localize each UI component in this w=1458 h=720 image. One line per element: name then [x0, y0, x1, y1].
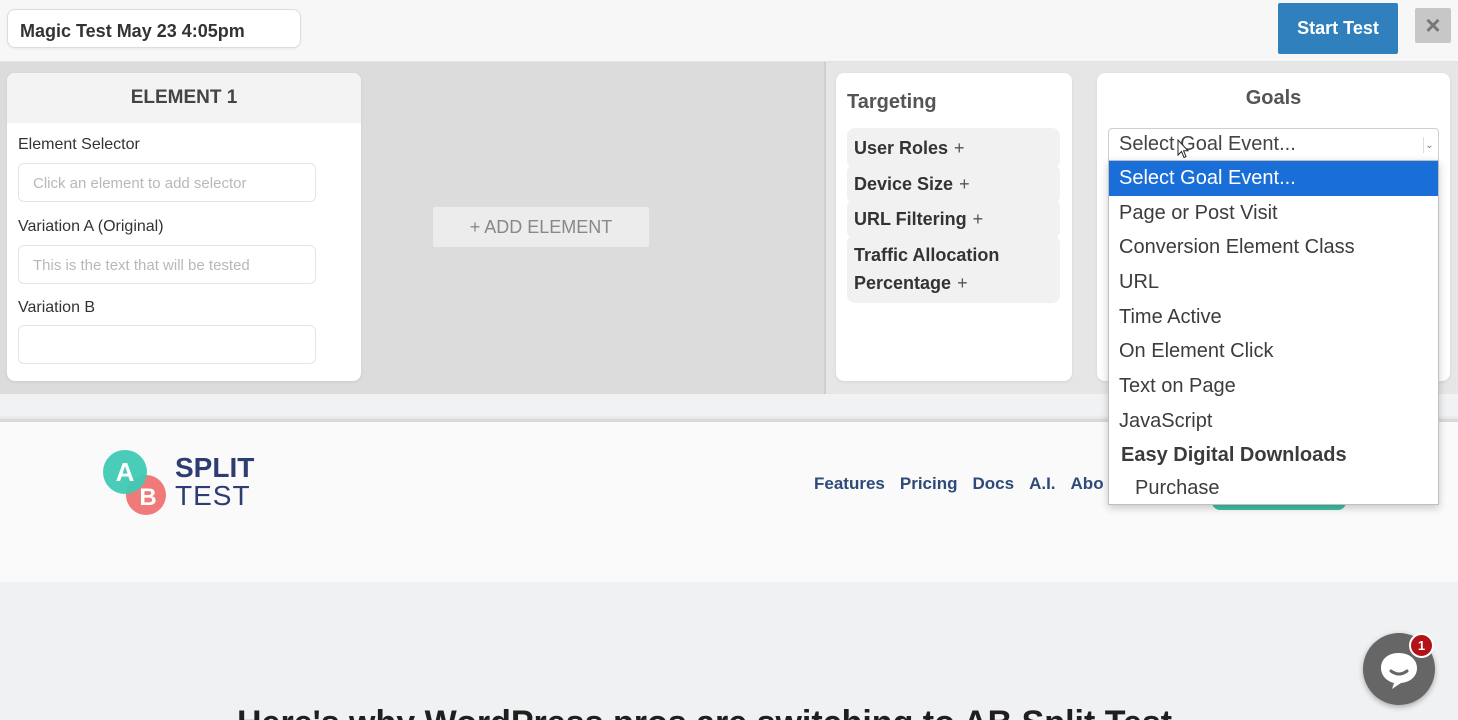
variation-b-label: Variation B: [18, 299, 96, 316]
targeting-user-roles[interactable]: User Roles +: [847, 128, 1060, 168]
element-selector-label: Element Selector: [18, 136, 140, 153]
goals-title: Goals: [1245, 87, 1302, 109]
plus-icon: +: [954, 138, 965, 158]
targeting-item-label: User Roles: [854, 138, 949, 158]
hero-title: Here's why WordPress pros are switching …: [237, 704, 1172, 720]
test-toolbar: Magic Test May 23 4:05pm Start Test ×: [0, 0, 1458, 62]
targeting-url-filtering[interactable]: URL Filtering +: [847, 199, 1060, 239]
variation-b-input[interactable]: [18, 325, 316, 364]
targeting-item-label: Device Size: [854, 174, 954, 194]
test-name-field[interactable]: Magic Test May 23 4:05pm: [7, 9, 301, 48]
element-card: ELEMENT 1 Element Selector Click an elem…: [7, 73, 361, 381]
chevron-down-icon: ⌄: [1423, 137, 1435, 153]
plus-icon: +: [957, 273, 968, 293]
element-selector-input[interactable]: Click an element to add selector: [18, 163, 316, 202]
targeting-card: Targeting User Roles + Device Size + URL F…: [836, 73, 1072, 381]
site-nav: Features Pricing Docs A.I. Abo: [814, 474, 1104, 494]
logo-split-text: SPLIT: [175, 452, 255, 483]
nav-features[interactable]: Features: [814, 474, 885, 494]
element-card-title: ELEMENT 1: [7, 73, 361, 123]
targeting-title: Targeting: [847, 91, 937, 113]
goal-option-group-label: Easy Digital Downloads: [1121, 444, 1347, 467]
logo-letter-a: A: [116, 457, 135, 487]
start-test-button[interactable]: Start Test: [1278, 3, 1398, 54]
chat-notification-badge: 1: [1409, 633, 1434, 658]
goal-option[interactable]: URL: [1109, 265, 1438, 300]
goal-option[interactable]: Conversion Element Class: [1109, 230, 1438, 265]
goal-option[interactable]: On Element Click: [1109, 334, 1438, 369]
targeting-traffic-allocation[interactable]: Traffic Allocation Percentage +: [847, 235, 1060, 303]
nav-about[interactable]: Abo: [1071, 474, 1104, 494]
goal-option[interactable]: Time Active: [1109, 300, 1438, 335]
targeting-item-label: Traffic Allocation Percentage: [854, 245, 1000, 293]
site-strip: [0, 544, 1458, 582]
plus-icon: +: [959, 174, 970, 194]
close-icon: ×: [1425, 10, 1441, 40]
goal-option[interactable]: Page or Post Visit: [1109, 196, 1438, 231]
goal-event-dropdown: Select Goal Event... Page or Post Visit …: [1108, 160, 1439, 505]
goal-event-select[interactable]: Select Goal Event... ⌄: [1108, 128, 1439, 161]
close-button[interactable]: ×: [1415, 8, 1451, 43]
plus-icon: +: [972, 209, 984, 229]
mouse-cursor-icon: [1177, 139, 1189, 159]
targeting-device-size[interactable]: Device Size +: [847, 164, 1060, 204]
goal-option[interactable]: JavaScript: [1109, 404, 1438, 439]
add-element-button[interactable]: + ADD ELEMENT: [433, 207, 649, 247]
nav-ai[interactable]: A.I.: [1029, 474, 1055, 494]
nav-docs[interactable]: Docs: [973, 474, 1015, 494]
logo-test-text: TEST: [175, 480, 251, 511]
variation-a-label: Variation A (Original): [18, 218, 164, 235]
goal-option[interactable]: Purchase: [1109, 473, 1438, 503]
nav-pricing[interactable]: Pricing: [900, 474, 958, 494]
targeting-item-label: URL Filtering: [854, 209, 967, 229]
goal-option[interactable]: Text on Page: [1109, 369, 1438, 404]
goal-select-value: Select Goal Event...: [1119, 133, 1296, 155]
variation-a-input[interactable]: This is the text that will be tested: [18, 245, 316, 284]
goal-option[interactable]: Select Goal Event...: [1109, 161, 1438, 196]
logo-letter-b: B: [139, 484, 156, 511]
site-hero: [0, 582, 1458, 720]
